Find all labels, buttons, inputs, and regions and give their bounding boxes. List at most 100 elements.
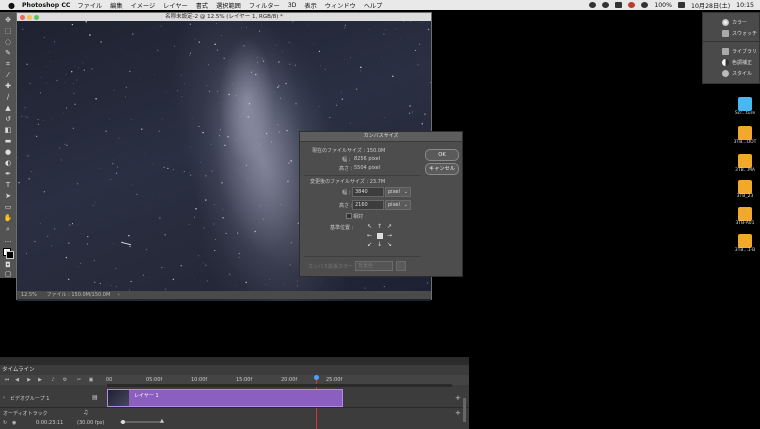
height-input[interactable]: 2160: [352, 200, 384, 210]
anchor-se-icon[interactable]: ↘: [385, 241, 394, 249]
anchor-ne-icon[interactable]: ↗: [385, 223, 394, 231]
battery-percent[interactable]: 100%: [654, 2, 672, 9]
display-icon[interactable]: [615, 2, 622, 8]
wifi-icon[interactable]: [641, 2, 648, 8]
menubar-time[interactable]: 10:15: [736, 2, 754, 9]
ext-color-swatch[interactable]: [396, 261, 406, 271]
stamp-tool-icon[interactable]: ▲: [3, 104, 13, 113]
menu-edit[interactable]: 編集: [110, 1, 122, 10]
play-icon[interactable]: ▶: [26, 377, 32, 383]
render-icon[interactable]: ↻: [3, 420, 7, 426]
desktop-icon-folder[interactable]: Scr...ture: [732, 97, 758, 116]
sync-icon[interactable]: [602, 2, 609, 8]
brush-tool-icon[interactable]: ∕: [3, 93, 13, 102]
eraser-tool-icon[interactable]: ◧: [3, 126, 13, 135]
dodge-tool-icon[interactable]: ◐: [3, 159, 13, 168]
add-audio-icon[interactable]: +: [455, 409, 461, 417]
anchor-n-icon[interactable]: ↑: [375, 223, 384, 231]
blur-tool-icon[interactable]: ●: [3, 148, 13, 157]
expand-arrow-icon[interactable]: ›: [3, 395, 5, 401]
height-unit-select[interactable]: pixel⌄: [385, 200, 411, 210]
menu-window[interactable]: ウィンドウ: [325, 1, 356, 10]
audio-icon[interactable]: ♪: [50, 377, 56, 383]
panel-color[interactable]: カラー: [703, 17, 759, 27]
menu-help[interactable]: ヘルプ: [364, 1, 383, 10]
desktop-icon-drive[interactable]: 3TB...1-B: [732, 234, 758, 253]
menu-layer[interactable]: レイヤー: [163, 1, 188, 10]
shape-tool-icon[interactable]: ▭: [3, 203, 13, 212]
document-title-bar[interactable]: 名称未設定-2 @ 12.5% (レイヤー 1, RGB/8) *: [17, 13, 431, 21]
anchor-e-icon[interactable]: →: [385, 232, 394, 240]
timeline-scrollbar[interactable]: [463, 398, 466, 422]
panel-styles[interactable]: スタイル: [703, 68, 759, 78]
menu-view[interactable]: 表示: [304, 1, 316, 10]
relative-checkbox[interactable]: [346, 213, 352, 219]
desktop-icon-drive[interactable]: 3TB-A01: [732, 207, 758, 226]
eyedropper-tool-icon[interactable]: ⁄: [3, 71, 13, 80]
apple-icon[interactable]: ●: [7, 1, 16, 10]
timeline-tab[interactable]: タイムライン: [2, 366, 42, 374]
desktop-icon-drive[interactable]: 3TB_23: [732, 180, 758, 199]
desktop-icon-drive[interactable]: 3TB...OOT: [732, 126, 758, 145]
battery-icon[interactable]: [678, 2, 685, 8]
path-select-tool-icon[interactable]: ➤: [3, 192, 13, 201]
color-swatches-icon[interactable]: [3, 248, 13, 257]
mute-icon[interactable]: ♫: [83, 409, 88, 416]
hand-tool-icon[interactable]: ✋: [3, 214, 13, 223]
quick-select-tool-icon[interactable]: ✎: [3, 49, 13, 58]
width-input[interactable]: 3840: [352, 187, 384, 197]
screen-mode-icon[interactable]: ▢: [3, 270, 13, 279]
healing-tool-icon[interactable]: ✚: [3, 82, 13, 91]
menu-type[interactable]: 書式: [196, 1, 208, 10]
close-icon[interactable]: [20, 15, 25, 20]
status-arrow-icon[interactable]: ›: [118, 292, 120, 298]
anchor-center-icon[interactable]: [377, 233, 383, 239]
layer-clip[interactable]: レイヤー 1: [107, 389, 343, 407]
transition-icon[interactable]: ▣: [88, 377, 94, 383]
move-tool-icon[interactable]: ✥: [3, 16, 13, 25]
settings-icon[interactable]: ⚙: [62, 377, 68, 383]
anchor-nw-icon[interactable]: ↖: [365, 223, 374, 231]
prev-frame-icon[interactable]: ◀: [14, 377, 20, 383]
crop-tool-icon[interactable]: ⌗: [3, 60, 13, 69]
history-brush-icon[interactable]: ↺: [3, 115, 13, 124]
panel-libraries[interactable]: ライブラリ: [703, 46, 759, 56]
maximize-icon[interactable]: [34, 15, 39, 20]
quick-mask-icon[interactable]: ◘: [3, 261, 13, 270]
menu-3d[interactable]: 3D: [288, 2, 297, 9]
zoom-slider[interactable]: [120, 421, 164, 423]
status-icon[interactable]: [589, 2, 596, 8]
anchor-s-icon[interactable]: ↓: [375, 241, 384, 249]
menubar-date[interactable]: 10月28日(土): [691, 1, 730, 10]
panel-adjustments[interactable]: 色調補正: [703, 57, 759, 67]
ok-button[interactable]: OK: [425, 149, 459, 161]
zoom-slider-handle[interactable]: [121, 420, 125, 424]
next-frame-icon[interactable]: ▶: [37, 377, 43, 383]
first-frame-icon[interactable]: ⏮: [4, 377, 10, 383]
more-tools-icon[interactable]: …: [3, 236, 13, 245]
marquee-tool-icon[interactable]: ⬚: [3, 27, 13, 36]
ext-color-select[interactable]: 背景色: [355, 261, 393, 271]
split-icon[interactable]: ✂: [76, 377, 82, 383]
app-menu[interactable]: Photoshop CC: [22, 2, 70, 9]
pen-tool-icon[interactable]: ✒: [3, 170, 13, 179]
panel-swatches[interactable]: スウォッチ: [703, 28, 759, 38]
cancel-button[interactable]: キャンセル: [425, 163, 459, 175]
minimize-icon[interactable]: [27, 15, 32, 20]
notification-icon[interactable]: [628, 2, 635, 8]
menu-image[interactable]: イメージ: [131, 1, 156, 10]
zoom-tool-icon[interactable]: ⌕: [3, 225, 13, 234]
gradient-tool-icon[interactable]: ▬: [3, 137, 13, 146]
anchor-sw-icon[interactable]: ↙: [365, 241, 374, 249]
type-tool-icon[interactable]: T: [3, 181, 13, 190]
lasso-tool-icon[interactable]: ◌: [3, 38, 13, 47]
zoom-in-icon[interactable]: ▲: [160, 418, 164, 424]
menu-select[interactable]: 選択範囲: [216, 1, 241, 10]
menu-file[interactable]: ファイル: [77, 1, 102, 10]
film-icon[interactable]: ▤: [92, 394, 98, 401]
anchor-grid[interactable]: ↖ ↑ ↗ ← → ↙ ↓ ↘: [365, 223, 395, 250]
width-unit-select[interactable]: pixel⌄: [385, 187, 411, 197]
onion-icon[interactable]: ◉: [12, 420, 16, 426]
menu-filter[interactable]: フィルター: [249, 1, 280, 10]
add-media-icon[interactable]: +: [455, 394, 461, 402]
